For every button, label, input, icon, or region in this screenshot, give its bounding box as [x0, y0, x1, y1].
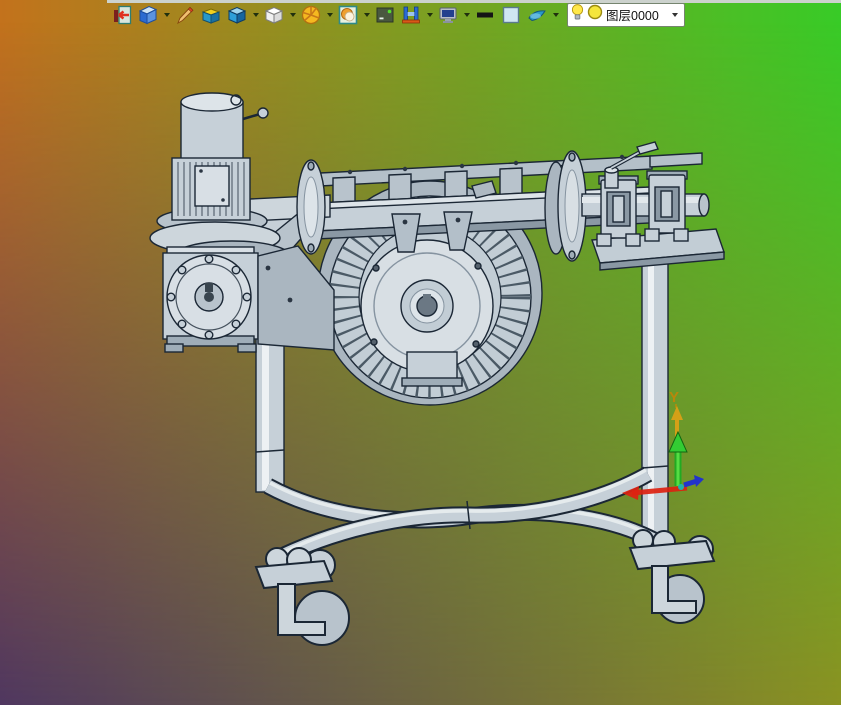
render-toolbar: 图层0000 — [110, 1, 685, 28]
right-caster — [628, 529, 716, 624]
layer-combo-dropdown-arrow[interactable] — [669, 12, 681, 17]
surface-icon[interactable] — [525, 3, 549, 27]
pie-wheel-dropdown-arrow[interactable] — [325, 3, 334, 27]
shaded-cube-icon[interactable] — [225, 3, 249, 27]
exit-render-icon[interactable] — [110, 3, 134, 27]
wireframe-cube-icon[interactable] — [262, 3, 286, 27]
layer-name: 图层0000 — [606, 9, 659, 23]
notebook-icon[interactable] — [136, 3, 160, 27]
gold-arrowhead — [671, 406, 683, 420]
floor-grid-dropdown-arrow[interactable] — [425, 3, 434, 27]
surface-dropdown-arrow[interactable] — [551, 3, 560, 27]
wireframe-cube-dropdown-arrow[interactable] — [288, 3, 297, 27]
motor-foot — [406, 351, 458, 381]
notebook-dropdown-arrow[interactable] — [162, 3, 171, 27]
right-frame-leg — [641, 247, 669, 547]
pie-wheel-icon[interactable] — [299, 3, 323, 27]
3d-viewport-canvas[interactable]: Y — [0, 0, 841, 705]
image-zoom-dropdown-arrow[interactable] — [362, 3, 371, 27]
monitor-icon[interactable] — [436, 3, 460, 27]
layer-combobox[interactable]: 图层0000 — [567, 2, 685, 27]
floor-grid-icon[interactable] — [399, 3, 423, 27]
layer-color-icon — [587, 4, 603, 25]
bulb-icon — [571, 3, 584, 27]
axis-y-label: Y — [669, 389, 679, 406]
bearing-block-2 — [644, 170, 689, 242]
monitor-dropdown-arrow[interactable] — [462, 3, 471, 27]
line-width-icon[interactable] — [473, 3, 497, 27]
image-zoom-icon[interactable] — [336, 3, 360, 27]
z-axis-arrow — [683, 478, 698, 488]
color-swatch-icon[interactable] — [499, 3, 523, 27]
material-box-icon[interactable] — [199, 3, 223, 27]
pen-icon[interactable] — [173, 3, 197, 27]
worm-gearbox — [162, 246, 259, 353]
left-wheel — [294, 590, 350, 646]
shaded-cube-dropdown-arrow[interactable] — [251, 3, 260, 27]
left-drive-assembly — [149, 92, 335, 353]
cad-application-window: { "background": { "top_left": "#c3721c",… — [0, 0, 841, 705]
base-brace-tubes — [263, 466, 658, 564]
left-caster — [254, 547, 350, 646]
render-scene-icon[interactable] — [373, 3, 397, 27]
